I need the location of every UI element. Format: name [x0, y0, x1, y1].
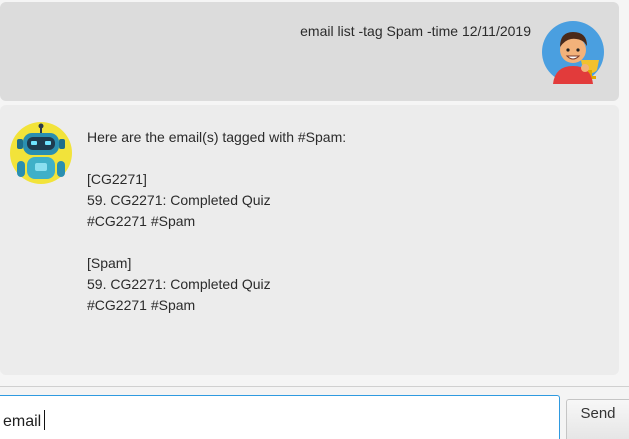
bot-message-bubble: Here are the email(s) tagged with #Spam:…: [0, 105, 619, 375]
command-input[interactable]: email: [0, 395, 560, 439]
robot-avatar-icon: [10, 122, 72, 184]
command-input-value: email: [3, 413, 42, 430]
text-caret: [44, 410, 46, 430]
input-row: email Send: [0, 393, 629, 439]
chat-area[interactable]: email list -tag Spam -time 12/11/2019 He…: [0, 0, 629, 386]
send-button[interactable]: Send: [566, 399, 629, 439]
divider: [0, 386, 629, 387]
user-message-bubble: email list -tag Spam -time 12/11/2019: [0, 2, 619, 101]
bot-message-text: Here are the email(s) tagged with #Spam:…: [87, 129, 347, 313]
user-message-text: email list -tag Spam -time 12/11/2019: [300, 23, 531, 39]
user-avatar-icon: [542, 21, 604, 84]
